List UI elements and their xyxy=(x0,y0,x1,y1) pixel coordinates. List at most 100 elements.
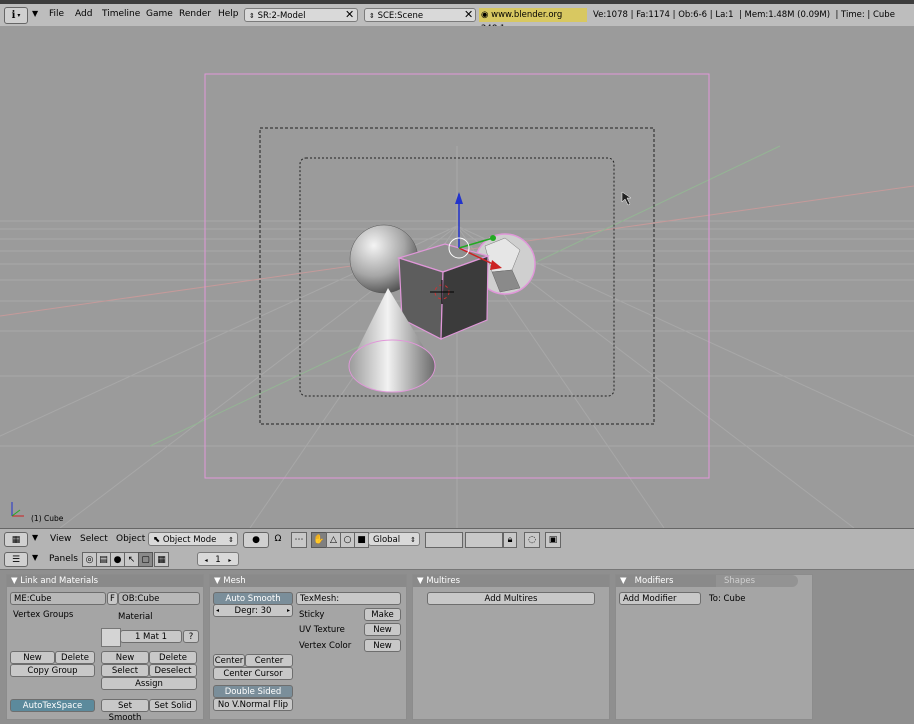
menu-view[interactable]: View xyxy=(50,534,71,544)
mesh-datablock-field[interactable]: ME:Cube xyxy=(10,592,106,605)
add-modifier-button[interactable]: Add Modifier xyxy=(619,592,701,605)
collapse-menu-icon[interactable]: ▼ xyxy=(32,9,38,18)
material-select-button[interactable]: Select xyxy=(101,664,149,677)
uv-texture-new-button[interactable]: New xyxy=(364,623,401,636)
center-cursor-button[interactable]: Center Cursor xyxy=(213,667,293,680)
object-mode-icon: ⬉ xyxy=(153,535,161,545)
material-delete-button[interactable]: Delete xyxy=(149,651,197,664)
menu-object[interactable]: Object xyxy=(116,534,145,544)
frame-number-field[interactable]: ◂ 1 ▸ xyxy=(197,552,239,566)
multires-title[interactable]: ▼ Multires xyxy=(413,575,609,587)
info-icon[interactable]: i ▾ xyxy=(4,7,28,24)
orientation-selector[interactable]: Global ⇕ xyxy=(368,532,420,546)
degree-increment-icon[interactable]: ▸ xyxy=(287,605,290,617)
copy-group-button[interactable]: Copy Group xyxy=(10,664,95,677)
double-sided-button[interactable]: Double Sided xyxy=(213,685,293,698)
set-solid-button[interactable]: Set Solid xyxy=(149,699,197,712)
rotate-icon[interactable]: ○ xyxy=(340,532,355,548)
add-multires-button[interactable]: Add Multires xyxy=(427,592,595,605)
texmesh-field[interactable]: TexMesh: xyxy=(296,592,401,605)
script-context-icon[interactable]: ▤ xyxy=(96,552,111,567)
blender-logo-icon: ◉ xyxy=(481,10,489,20)
menu-select[interactable]: Select xyxy=(80,534,108,544)
scene-dropdown-icon: ⇕ xyxy=(369,12,375,20)
manipulator-hand-icon[interactable]: ✋ xyxy=(311,532,327,548)
scale-icon[interactable]: ■ xyxy=(354,532,369,548)
menu-add[interactable]: Add xyxy=(75,9,92,19)
mesh-title[interactable]: ▼ Mesh xyxy=(210,575,406,587)
render-preview-icon[interactable]: ◌ xyxy=(524,532,540,548)
modifiers-tab[interactable]: ▼ Modifiers xyxy=(616,575,716,587)
material-color-swatch[interactable] xyxy=(101,628,121,647)
frame-decrement-icon[interactable]: ◂ xyxy=(205,557,208,564)
3d-view-header: ▦ ▼ View Select Object ⬉ Object Mode ⇕ ●… xyxy=(0,528,914,550)
render-icon[interactable]: ▣ xyxy=(545,532,561,548)
shading-context-icon[interactable]: ● xyxy=(110,552,125,567)
panels-label[interactable]: Panels xyxy=(49,554,78,564)
screen-dropdown-icon: ⇕ xyxy=(249,12,255,20)
material-deselect-button[interactable]: Deselect xyxy=(149,664,197,677)
modifiers-panel: ▼ Modifiers Shapes Add Modifier To: Cube xyxy=(615,574,813,720)
editing-context-icon[interactable]: ▢ xyxy=(138,552,153,567)
material-index-field[interactable]: 1 Mat 1 xyxy=(120,630,182,643)
fake-user-button[interactable]: F xyxy=(107,592,118,605)
view-axis-gizmo xyxy=(11,502,24,517)
center-new-button[interactable]: Center New xyxy=(245,654,293,678)
layer-buttons-left[interactable] xyxy=(425,532,463,548)
object-context-icon[interactable]: ↖ xyxy=(124,552,139,567)
scene-delete-icon[interactable]: ✕ xyxy=(464,8,473,21)
screen-selector[interactable]: ⇕ SR:2-Model xyxy=(244,8,358,22)
scene-selector[interactable]: ⇕ SCE:Scene xyxy=(364,8,476,22)
buttons-window: ▼ Link and Materials ME:Cube F OB:Cube V… xyxy=(0,570,914,723)
material-new-button[interactable]: New xyxy=(101,651,149,664)
mode-dropdown-icon: ⇕ xyxy=(228,536,234,544)
material-label: Material xyxy=(118,612,153,622)
pivot-icon[interactable]: Ω xyxy=(272,532,284,546)
sticky-label: Sticky xyxy=(299,610,325,620)
translate-icon[interactable]: △ xyxy=(326,532,341,548)
multires-panel: ▼ Multires Add Multires xyxy=(412,574,610,720)
scene-stats: Ve:1078 | Fa:1174 | Ob:6-6 | La:1 | Mem:… xyxy=(593,10,895,20)
object-datablock-field[interactable]: OB:Cube xyxy=(118,592,200,605)
frame-increment-icon[interactable]: ▸ xyxy=(228,557,231,564)
smooth-degree-field[interactable]: ◂ Degr: 30 ▸ xyxy=(213,604,293,617)
menu-file[interactable]: File xyxy=(49,9,64,19)
material-assign-button[interactable]: Assign xyxy=(101,677,197,690)
mouse-cursor-icon xyxy=(621,191,632,206)
orientation-dropdown-icon: ⇕ xyxy=(410,536,416,544)
autotexspace-button[interactable]: AutoTexSpace xyxy=(10,699,95,712)
viewport-canvas[interactable] xyxy=(0,26,914,528)
set-smooth-button[interactable]: Set Smooth xyxy=(101,699,149,723)
center-button[interactable]: Center xyxy=(213,654,245,667)
draw-type-icon[interactable]: ● xyxy=(243,532,269,548)
collapse-buttons-icon[interactable]: ▼ xyxy=(32,553,38,562)
material-help-button[interactable]: ? xyxy=(183,630,199,643)
3d-viewport[interactable]: (1) Cube xyxy=(0,26,914,528)
menu-help[interactable]: Help xyxy=(218,9,239,19)
scene-name: SCE:Scene xyxy=(377,11,424,21)
menu-game[interactable]: Game xyxy=(146,9,173,19)
menu-timeline[interactable]: Timeline xyxy=(102,9,140,19)
vertex-color-new-button[interactable]: New xyxy=(364,639,401,652)
scene-context-icon[interactable]: ▦ xyxy=(154,552,169,567)
website-link[interactable]: ◉ www.blender.org 248.1 xyxy=(479,8,587,34)
vgroup-new-button[interactable]: New xyxy=(10,651,55,664)
buttons-editor-icon[interactable]: ☰ xyxy=(4,552,28,567)
shapes-tab[interactable]: Shapes xyxy=(716,575,798,587)
info-header: i ▾ ▼ File Add Timeline Game Render Help … xyxy=(0,4,914,34)
editor-type-icon[interactable]: ▦ xyxy=(4,532,28,547)
logic-context-icon[interactable]: ◎ xyxy=(82,552,97,567)
screen-delete-icon[interactable]: ✕ xyxy=(345,8,354,21)
pivot-point-icon[interactable]: ⋯ xyxy=(291,532,307,548)
mode-selector[interactable]: ⬉ Object Mode ⇕ xyxy=(148,532,238,546)
lock-icon[interactable]: 🔒︎ xyxy=(503,532,517,548)
link-materials-title[interactable]: ▼ Link and Materials xyxy=(7,575,203,587)
degree-decrement-icon[interactable]: ◂ xyxy=(216,605,219,617)
vgroup-delete-button[interactable]: Delete xyxy=(55,651,95,664)
collapse-header-icon[interactable]: ▼ xyxy=(32,533,38,542)
sticky-make-button[interactable]: Make xyxy=(364,608,401,621)
layer-buttons-right[interactable] xyxy=(465,532,503,548)
no-v-normal-flip-button[interactable]: No V.Normal Flip xyxy=(213,698,293,711)
menu-render[interactable]: Render xyxy=(179,9,211,19)
buttons-header: ☰ ▼ Panels ◎ ▤ ● ↖ ▢ ▦ ◂ 1 ▸ xyxy=(0,549,914,570)
